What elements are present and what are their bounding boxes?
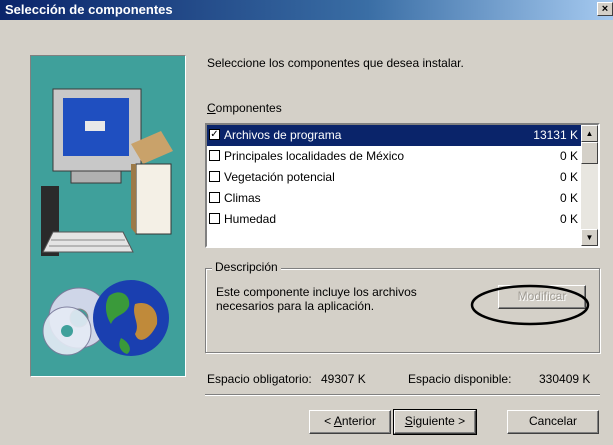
- next-button[interactable]: Siguiente >: [393, 409, 477, 435]
- component-name: Vegetación potencial: [224, 170, 335, 184]
- component-name: Archivos de programa: [224, 128, 342, 142]
- separator: [205, 394, 600, 396]
- components-accelerator: C: [207, 101, 216, 115]
- description-text: Este componente incluye los archivos nec…: [216, 285, 417, 313]
- vertical-scrollbar[interactable]: ▲ ▼: [581, 125, 598, 246]
- scroll-up-icon[interactable]: ▲: [581, 125, 598, 142]
- component-name: Humedad: [224, 212, 277, 226]
- component-size: 0 K: [559, 170, 578, 184]
- component-size: 13131 K: [533, 128, 578, 142]
- components-rows: ✓ Archivos de programa 13131 K Principal…: [207, 125, 581, 230]
- components-label-rest: omponentes: [215, 101, 282, 115]
- component-size: 0 K: [559, 149, 578, 163]
- back-button[interactable]: < Anterior: [309, 410, 391, 434]
- instruction-text: Seleccione los componentes que desea ins…: [207, 56, 464, 70]
- close-icon[interactable]: ×: [597, 2, 613, 16]
- available-space-value: 330409 K: [539, 372, 591, 386]
- available-space-label: Espacio disponible:: [408, 372, 512, 386]
- back-prefix: <: [324, 414, 334, 428]
- components-list[interactable]: ✓ Archivos de programa 13131 K Principal…: [205, 123, 600, 248]
- list-item[interactable]: Vegetación potencial 0 K: [207, 167, 581, 188]
- title-bar: Selección de componentes ×: [0, 0, 613, 20]
- checkbox[interactable]: [209, 150, 220, 161]
- checkbox[interactable]: ✓: [209, 129, 220, 140]
- list-item[interactable]: Principales localidades de México 0 K: [207, 146, 581, 167]
- checkbox[interactable]: [209, 171, 220, 182]
- list-item[interactable]: Humedad 0 K: [207, 209, 581, 230]
- checkbox[interactable]: [209, 213, 220, 224]
- window-title: Selección de componentes: [5, 2, 173, 17]
- component-name: Climas: [224, 191, 261, 205]
- list-item[interactable]: Climas 0 K: [207, 188, 581, 209]
- component-size: 0 K: [559, 191, 578, 205]
- scroll-thumb[interactable]: [581, 142, 598, 164]
- required-space-label: Espacio obligatorio:: [207, 372, 312, 386]
- description-title: Descripción: [212, 260, 281, 274]
- next-rest: iguiente >: [412, 414, 466, 428]
- installer-illustration: [30, 55, 186, 377]
- description-group: Descripción Este componente incluye los …: [205, 260, 600, 353]
- checkbox[interactable]: [209, 192, 220, 203]
- component-size: 0 K: [559, 212, 578, 226]
- component-name: Principales localidades de México: [224, 149, 405, 163]
- back-rest: nterior: [341, 414, 376, 428]
- cancel-button[interactable]: Cancelar: [507, 410, 599, 434]
- components-label: Componentes: [207, 101, 282, 115]
- next-accelerator: S: [404, 414, 413, 428]
- annotation-ellipse: [470, 284, 590, 326]
- list-item[interactable]: ✓ Archivos de programa 13131 K: [207, 125, 581, 146]
- required-space-value: 49307 K: [321, 372, 366, 386]
- scroll-down-icon[interactable]: ▼: [581, 229, 598, 246]
- back-accelerator: A: [333, 414, 342, 428]
- computer-globe-illustration: [41, 88, 173, 356]
